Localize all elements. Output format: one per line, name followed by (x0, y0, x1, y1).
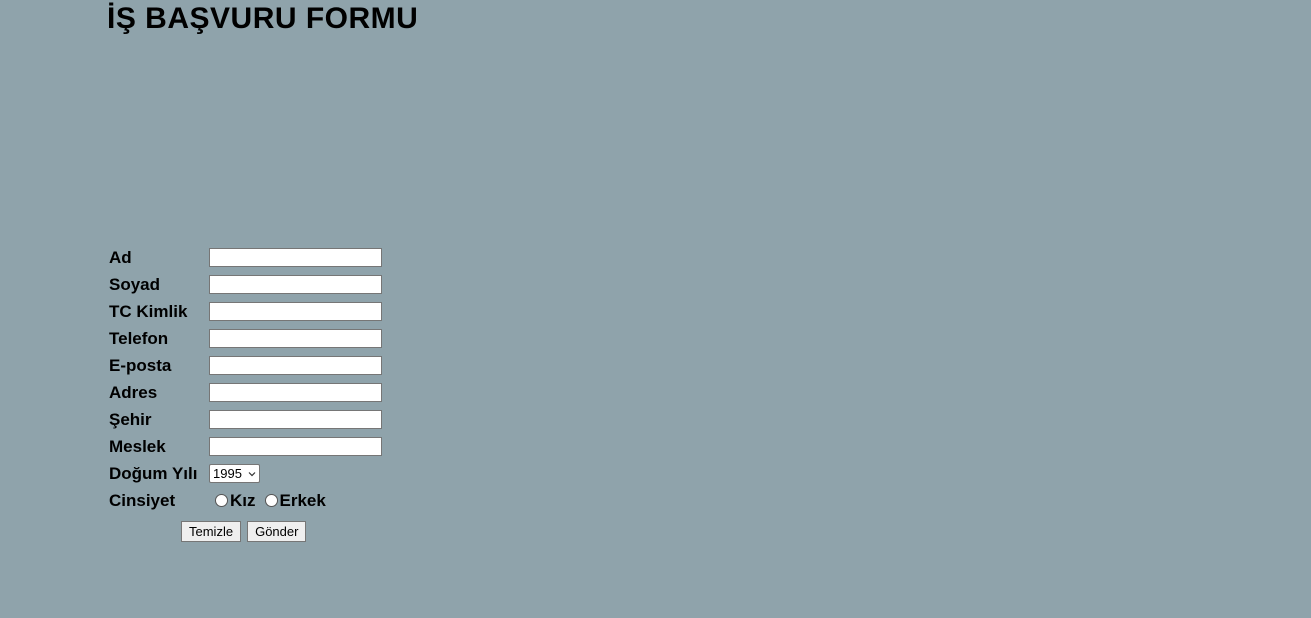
adres-label: Adres (109, 382, 158, 402)
adres-input[interactable] (209, 383, 382, 402)
birth-year-select[interactable]: 1995 (209, 464, 260, 483)
tc-kimlik-label: TC Kimlik (109, 301, 188, 321)
field-row-sehir: Şehir (107, 406, 382, 433)
soyad-input[interactable] (209, 275, 382, 294)
meslek-input[interactable] (209, 437, 382, 456)
field-row-eposta: E-posta (107, 352, 382, 379)
field-row-dogum-yili: Doğum Yılı 1995 (107, 460, 382, 487)
field-row-soyad: Soyad (107, 271, 382, 298)
page-title: İŞ BAŞVURU FORMU (107, 2, 419, 35)
ad-input[interactable] (209, 248, 382, 267)
field-row-cinsiyet: Cinsiyet Kız Erkek (107, 487, 382, 514)
field-row-tc-kimlik: TC Kimlik (107, 298, 382, 325)
dogum-yili-label: Doğum Yılı (109, 463, 198, 483)
gender-erkek-label: Erkek (279, 490, 326, 510)
gender-kiz-label: Kız (230, 490, 256, 510)
eposta-label: E-posta (109, 355, 172, 375)
reset-button[interactable]: Temizle (181, 521, 242, 542)
sehir-input[interactable] (209, 410, 382, 429)
soyad-label: Soyad (109, 274, 161, 294)
chevron-down-icon (248, 471, 256, 476)
ad-label: Ad (109, 247, 132, 267)
gender-erkek-radio[interactable] (264, 494, 278, 507)
field-row-adres: Adres (107, 379, 382, 406)
submit-button[interactable]: Gönder (247, 521, 307, 542)
application-form: Ad Soyad TC Kimlik Telefon E-posta Adres… (107, 244, 382, 514)
field-row-ad: Ad (107, 244, 382, 271)
tc-kimlik-input[interactable] (209, 302, 382, 321)
cinsiyet-label: Cinsiyet (109, 490, 176, 510)
telefon-label: Telefon (109, 328, 169, 348)
meslek-label: Meslek (109, 436, 166, 456)
form-buttons: Temizle Gönder (181, 521, 307, 542)
gender-kiz-radio[interactable] (215, 494, 228, 507)
sehir-label: Şehir (109, 409, 152, 429)
birth-year-selected-value: 1995 (213, 466, 242, 481)
eposta-input[interactable] (209, 356, 382, 375)
gender-radio-group: Kız Erkek (209, 491, 335, 511)
field-row-telefon: Telefon (107, 325, 382, 352)
telefon-input[interactable] (209, 329, 382, 348)
field-row-meslek: Meslek (107, 433, 382, 460)
